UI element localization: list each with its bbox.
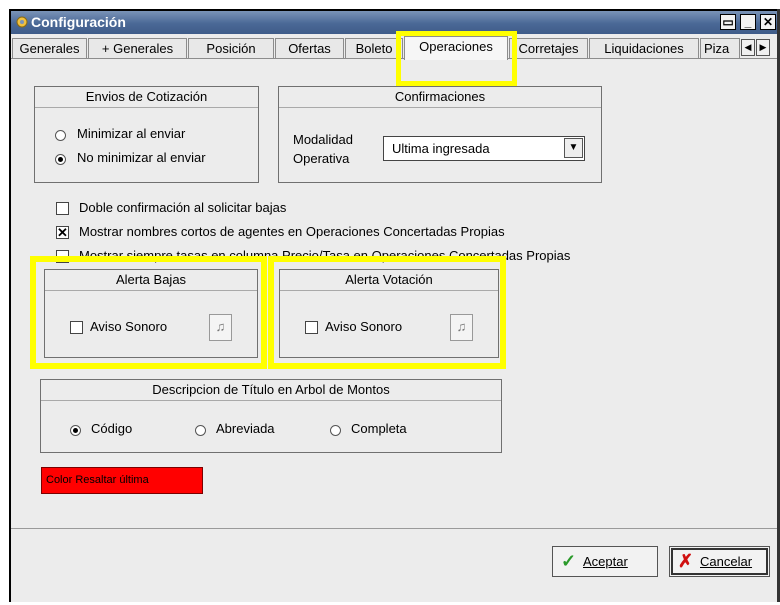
tab-scroll-right-icon[interactable]: ▶	[756, 39, 770, 56]
tab-ofertas[interactable]: Ofertas	[275, 38, 344, 59]
tab-generales[interactable]: Generales	[12, 38, 87, 59]
bottom-bar: ✓ Aceptar ✗ Cancelar	[11, 528, 780, 605]
radio-no-minimizar-label: No minimizar al enviar	[77, 150, 206, 165]
radio-minimizar[interactable]	[55, 130, 66, 141]
check-doble-confirmacion-label: Doble confirmación al solicitar bajas	[79, 200, 287, 215]
alerta-votacion-group: Alerta Votación Aviso Sonoro ♫	[279, 269, 499, 358]
aviso-sonoro-votacion-label: Aviso Sonoro	[325, 319, 403, 334]
alerta-votacion-title: Alerta Votación	[280, 270, 498, 291]
config-window: Configuración ▭ _ ✕ Generales + Generale…	[9, 9, 780, 602]
aviso-sonoro-bajas-label: Aviso Sonoro	[90, 319, 168, 334]
accept-button[interactable]: ✓ Aceptar	[552, 546, 658, 577]
tab-boleto[interactable]: Boleto	[345, 38, 403, 59]
operativa-label: Operativa	[293, 151, 350, 166]
envios-title: Envios de Cotización	[35, 87, 258, 108]
color-resaltar-button[interactable]: Color Resaltar última	[41, 467, 203, 494]
speaker-icon[interactable]: ♫	[450, 314, 473, 341]
x-icon: ✗	[678, 551, 694, 571]
tab-liquidaciones[interactable]: Liquidaciones	[589, 38, 699, 59]
radio-completa[interactable]	[330, 425, 341, 436]
gear-icon	[16, 16, 28, 28]
tab-strip: Generales + Generales Posición Ofertas B…	[11, 36, 780, 60]
tab-corretajes[interactable]: Corretajes	[509, 38, 588, 59]
operaciones-panel: Envios de Cotización Minimizar al enviar…	[11, 58, 780, 529]
radio-abreviada-label: Abreviada	[216, 421, 275, 436]
descripcion-group: Descripcion de Título en Arbol de Montos…	[40, 379, 502, 453]
accept-label: Aceptar	[583, 554, 628, 569]
cancel-label: Cancelar	[700, 554, 753, 569]
check-mostrar-tasas[interactable]	[56, 250, 69, 263]
check-aviso-sonoro-bajas[interactable]	[70, 321, 83, 334]
confirmaciones-title: Confirmaciones	[279, 87, 601, 108]
descripcion-title: Descripcion de Título en Arbol de Montos	[41, 380, 501, 401]
check-nombres-cortos-label: Mostrar nombres cortos de agentes en Ope…	[79, 224, 505, 239]
alerta-bajas-title: Alerta Bajas	[45, 270, 257, 291]
tab-scroll-left-icon[interactable]: ◀	[741, 39, 755, 56]
speaker-icon[interactable]: ♫	[209, 314, 232, 341]
tab-posicion[interactable]: Posición	[188, 38, 274, 59]
window-title: Configuración	[31, 14, 126, 30]
checkmark-icon: ✓	[561, 551, 577, 571]
maximize-button[interactable]: ▭	[720, 14, 736, 30]
chevron-down-icon[interactable]: ▼	[564, 138, 583, 158]
check-nombres-cortos[interactable]: ✕	[56, 226, 69, 239]
confirmaciones-group: Confirmaciones Modalidad Operativa Ultim…	[278, 86, 602, 183]
tab-pizarra[interactable]: Piza	[700, 38, 740, 59]
minimize-button[interactable]: _	[740, 14, 756, 30]
radio-no-minimizar[interactable]	[55, 154, 66, 165]
tab-operaciones[interactable]: Operaciones	[404, 36, 508, 60]
modalidad-select[interactable]: Ultima ingresada ▼	[383, 136, 585, 161]
radio-codigo[interactable]	[70, 425, 81, 436]
close-button[interactable]: ✕	[760, 14, 776, 30]
modalidad-label: Modalidad	[293, 132, 353, 147]
radio-codigo-label: Código	[91, 421, 133, 436]
envios-group: Envios de Cotización Minimizar al enviar…	[34, 86, 259, 183]
title-bar: Configuración ▭ _ ✕	[11, 11, 780, 34]
check-doble-confirmacion[interactable]	[56, 202, 69, 215]
radio-abreviada[interactable]	[195, 425, 206, 436]
cancel-button[interactable]: ✗ Cancelar	[669, 546, 770, 577]
radio-completa-label: Completa	[351, 421, 407, 436]
modalidad-value: Ultima ingresada	[392, 141, 490, 156]
tab-mas-generales[interactable]: + Generales	[88, 38, 187, 59]
check-mostrar-tasas-label: Mostrar siempre tasas en columna Precio/…	[79, 248, 571, 263]
alerta-bajas-group: Alerta Bajas Aviso Sonoro ♫	[44, 269, 258, 358]
radio-minimizar-label: Minimizar al enviar	[77, 126, 186, 141]
check-aviso-sonoro-votacion[interactable]	[305, 321, 318, 334]
